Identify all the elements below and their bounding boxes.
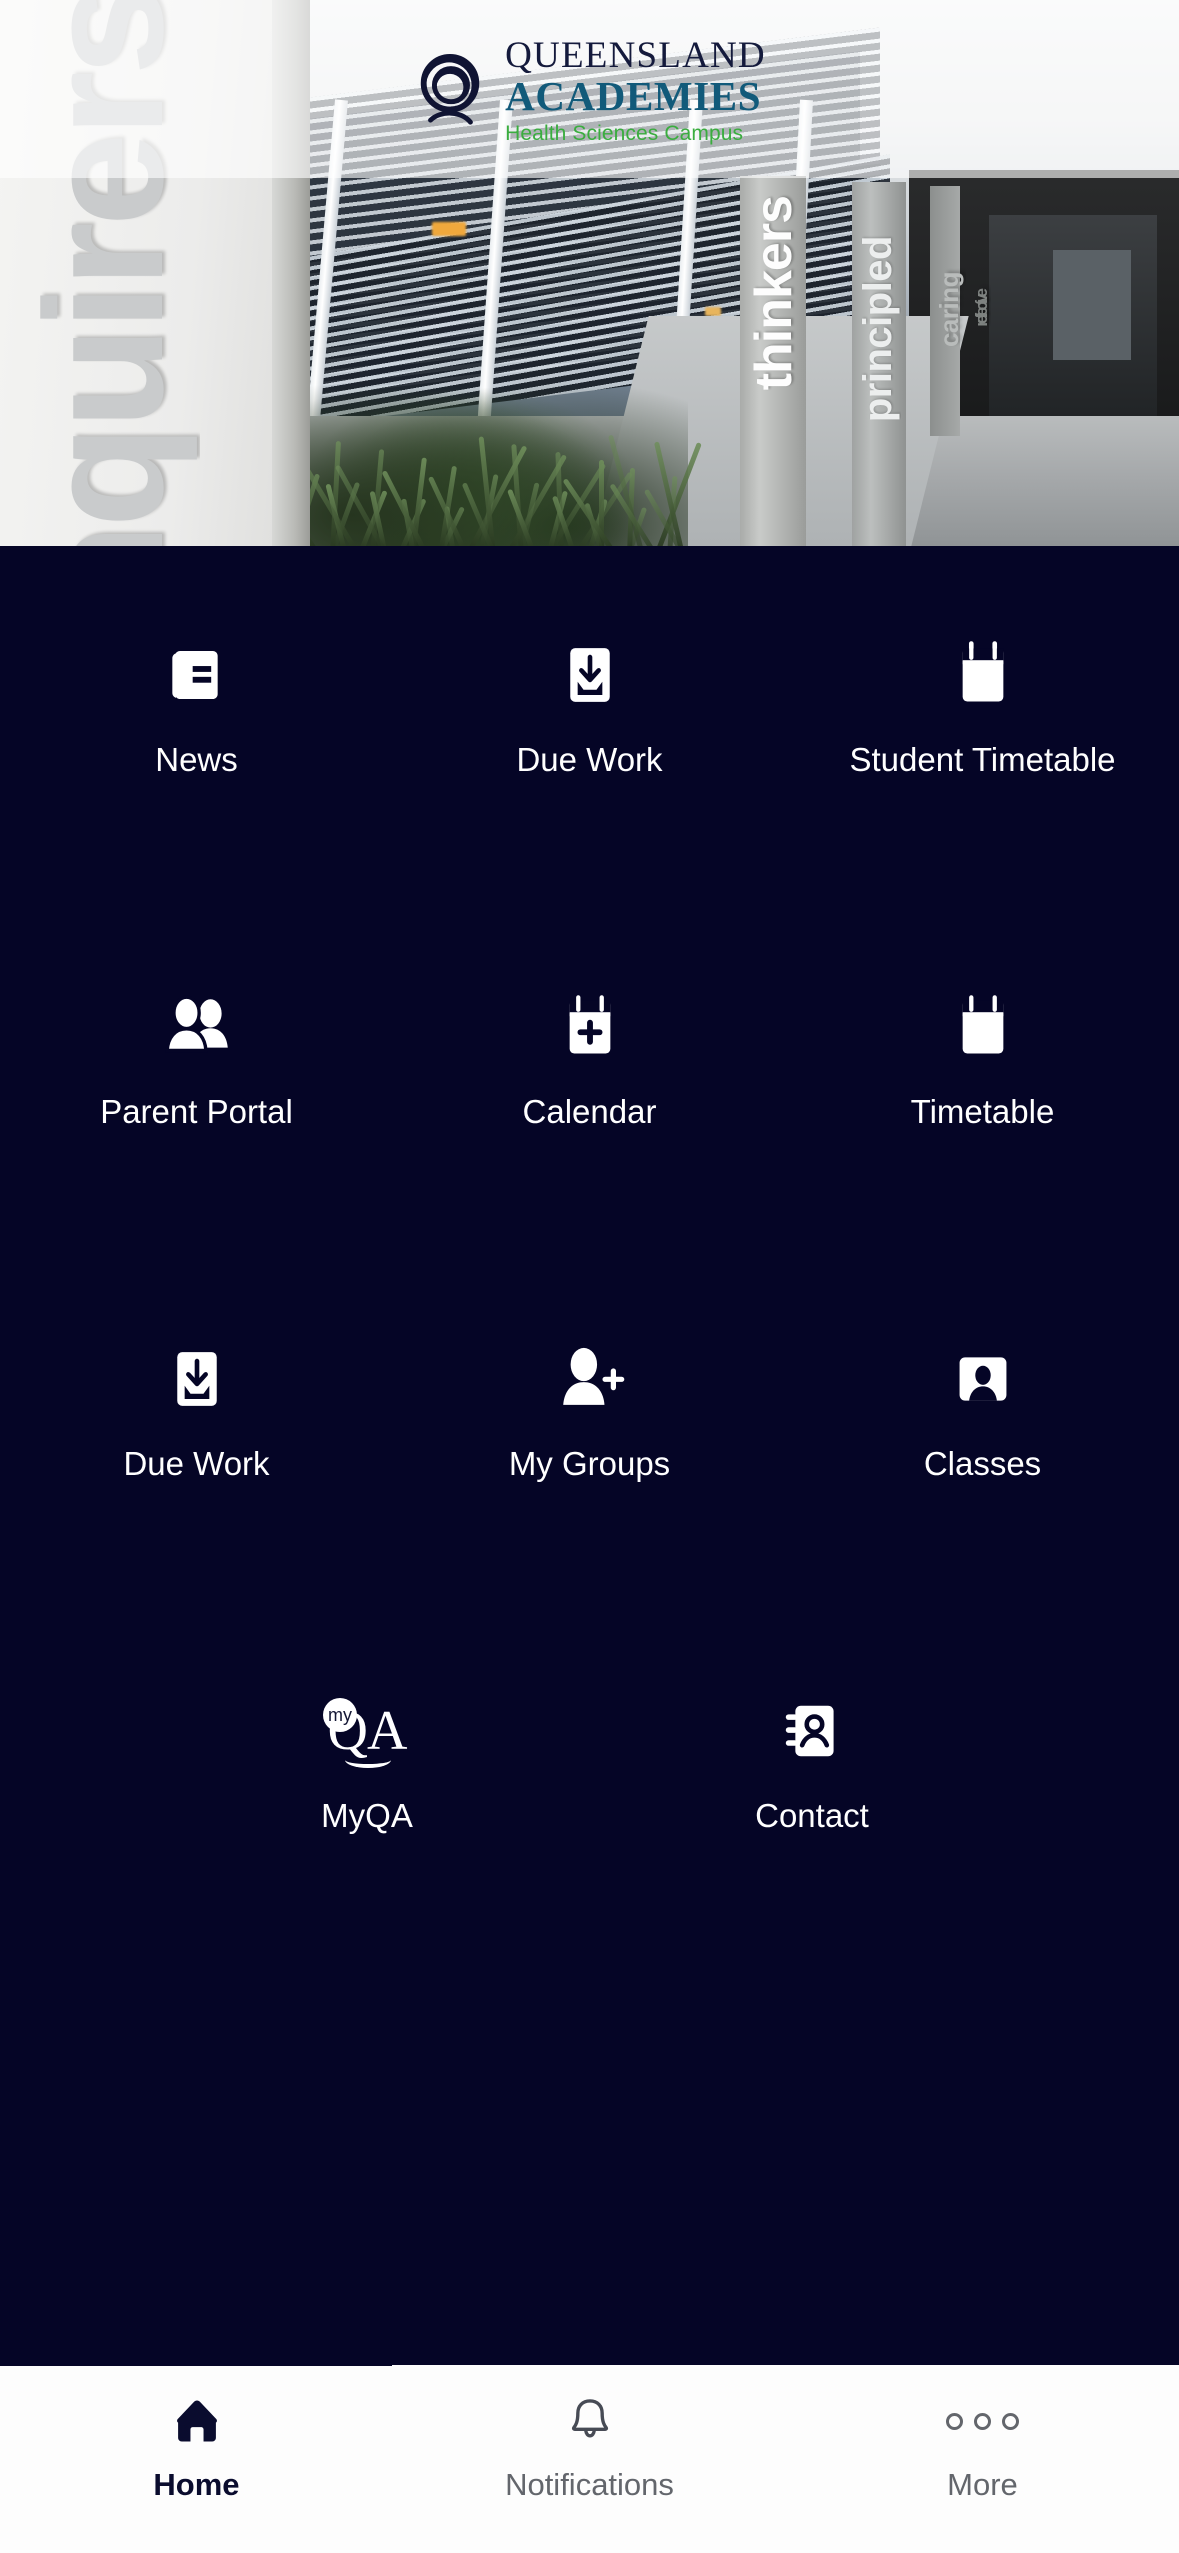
quick-links-grid-last-row: QA my MyQA Contact — [0, 1642, 1179, 1942]
app-root: inquirers thinkers principled caring ref… — [0, 0, 1179, 2553]
tile-classes[interactable]: Classes — [786, 1290, 1179, 1642]
myqa-mark-prefix: my — [323, 1698, 357, 1732]
queensland-academies-spiral-logo-icon — [420, 53, 480, 125]
tab-more[interactable]: More — [786, 2365, 1179, 2553]
tile-due-work[interactable]: Due Work — [393, 586, 786, 938]
calendar-plus-icon — [540, 984, 640, 1070]
tile-label: MyQA — [321, 1797, 413, 1834]
tile-label: Calendar — [522, 1093, 657, 1130]
logo-line-academies: ACADEMIES — [505, 72, 762, 119]
wall-word-principled: principled — [856, 236, 900, 423]
tile-label: Student Timetable — [849, 741, 1116, 778]
tile-label: Contact — [755, 1797, 869, 1834]
tab-notifications[interactable]: Notifications — [393, 2365, 786, 2553]
tile-label: My Groups — [508, 1445, 671, 1482]
quick-links-grid: News Due Work Student Timetable Parent P… — [0, 586, 1179, 1642]
bell-icon — [563, 2391, 617, 2451]
tile-label: News — [155, 741, 238, 778]
wall-word-caring: caring — [934, 272, 964, 348]
tile-news[interactable]: News — [0, 586, 393, 938]
tab-label: More — [947, 2467, 1018, 2502]
tile-label: Due Work — [123, 1445, 270, 1482]
download-inbox-icon — [540, 632, 640, 718]
logo-line-queensland: QUEENSLAND — [505, 34, 766, 76]
tile-student-timetable[interactable]: Student Timetable — [786, 586, 1179, 938]
address-book-icon — [762, 1688, 862, 1774]
tab-label: Home — [153, 2467, 240, 2502]
myqa-smile — [345, 1752, 391, 1768]
tab-bar-top-edge — [0, 2362, 392, 2366]
tile-label: Classes — [923, 1445, 1042, 1482]
tab-home[interactable]: Home — [0, 2365, 393, 2553]
tile-timetable[interactable]: Timetable — [786, 938, 1179, 1290]
tile-contact[interactable]: Contact — [616, 1642, 1009, 1942]
bottom-tab-bar: Home Notifications More — [0, 2362, 1179, 2553]
tab-label: Notifications — [505, 2467, 674, 2502]
school-logo: QUEENSLAND ACADEMIES Health Sciences Cam… — [0, 34, 1179, 144]
wall-word-thinkers: thinkers — [745, 196, 803, 391]
tile-parent-portal[interactable]: Parent Portal — [0, 938, 393, 1290]
newspaper-icon — [147, 632, 247, 718]
tile-label: Timetable — [910, 1093, 1055, 1130]
tile-my-groups[interactable]: My Groups — [393, 1290, 786, 1642]
tile-myqa[interactable]: QA my MyQA — [171, 1642, 564, 1942]
tile-label: Due Work — [516, 741, 663, 778]
portrait-frame-icon — [933, 1336, 1033, 1422]
home-icon — [169, 2391, 225, 2451]
tile-label: Parent Portal — [100, 1093, 293, 1130]
calendar-icon — [933, 632, 1033, 718]
tile-due-work-2[interactable]: Due Work — [0, 1290, 393, 1642]
wall-word-reflective: reflective — [972, 292, 991, 327]
quick-links-panel: News Due Work Student Timetable Parent P… — [0, 546, 1179, 2365]
tile-calendar[interactable]: Calendar — [393, 938, 786, 1290]
ellipsis-icon — [946, 2391, 1019, 2451]
calendar-icon — [933, 984, 1033, 1070]
hero-banner: inquirers thinkers principled caring ref… — [0, 0, 1179, 546]
download-inbox-icon — [147, 1336, 247, 1422]
myqa-logo-icon: QA my — [317, 1688, 417, 1774]
person-add-icon — [540, 1336, 640, 1422]
logo-line-campus: Health Sciences Campus — [505, 121, 744, 145]
two-people-icon — [147, 984, 247, 1070]
